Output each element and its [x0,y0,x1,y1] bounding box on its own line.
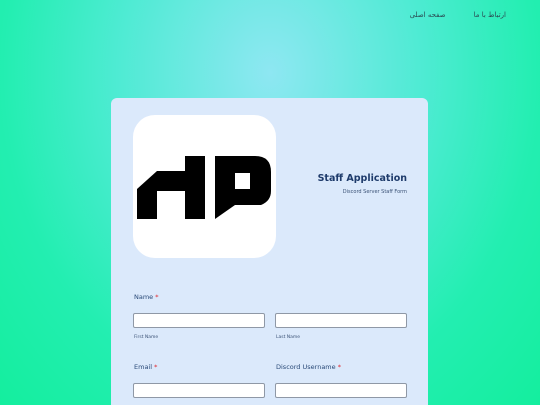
first-name-sublabel: First Name [134,335,159,340]
form-subtitle: Discord Server Staff Form [342,189,407,195]
discord-username-input[interactable] [275,383,407,398]
discord-username-label: Discord Username * [276,363,341,371]
last-name-input[interactable] [275,313,407,328]
discord-username-required-mark: * [337,363,341,371]
nav-link-home[interactable]: صفحه اصلی [410,11,446,19]
nav-link-contact[interactable]: ارتباط با ما [474,11,506,19]
name-required-mark: * [155,293,159,301]
email-label-text: Email [134,363,153,371]
first-name-input[interactable] [133,313,265,328]
email-label: Email * [134,363,157,371]
logo-letter-h-right [185,156,205,219]
form-card: Staff Application Discord Server Staff F… [111,98,428,405]
logo-letter-p [215,156,271,219]
last-name-sublabel: Last Name [276,335,301,340]
top-nav: صفحه اصلی ارتباط با ما [410,11,506,19]
email-required-mark: * [154,363,158,371]
logo [133,115,276,258]
discord-username-label-text: Discord Username [276,363,336,371]
logo-letter-h [137,171,157,219]
hp-logo-icon [137,156,271,219]
form-title: Staff Application [317,173,407,184]
email-input[interactable] [133,383,265,398]
name-label: Name * [134,293,159,301]
name-label-text: Name [134,293,154,301]
logo-letter-h-bar [157,171,185,191]
